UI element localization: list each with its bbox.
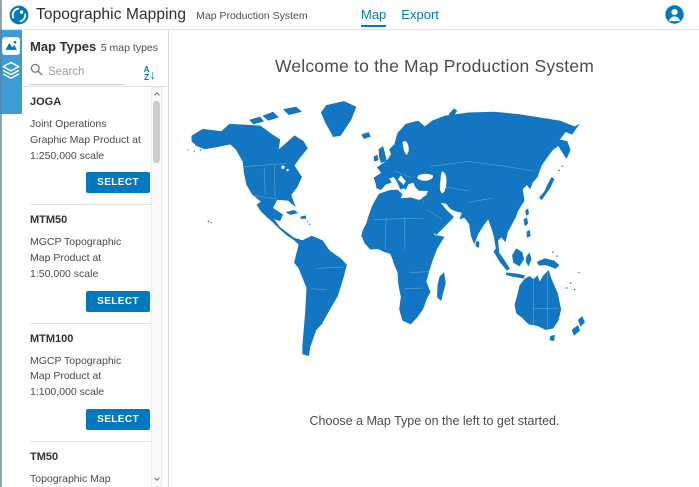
panel-title: Map Types <box>30 39 96 54</box>
map-type-actions: SELECT <box>30 291 152 312</box>
panel-header: Map Types 5 map types AZ ↓ <box>22 30 168 86</box>
instruction-text: Choose a Map Type on the left to get sta… <box>170 414 699 428</box>
welcome-heading: Welcome to the Map Production System <box>170 56 699 77</box>
app-subtitle: Map Production System <box>196 8 307 22</box>
map-type-actions: SELECT <box>30 172 152 193</box>
top-nav: Map Export <box>361 0 439 30</box>
map-type-count: 5 map types <box>101 42 158 54</box>
scrollbar-thumb[interactable] <box>153 101 160 163</box>
main-content: Welcome to the Map Production System <box>170 30 699 487</box>
scroll-down-arrow-icon[interactable] <box>152 474 161 486</box>
app-window: Topographic Mapping Map Production Syste… <box>0 0 699 487</box>
map-type-description: MGCP Topographic Map Product at 1:50,000… <box>30 235 142 282</box>
layers-tool-icon[interactable] <box>1 58 21 82</box>
world-map-image <box>180 97 592 399</box>
select-map-type-button[interactable]: SELECT <box>86 291 150 312</box>
search-icon <box>30 63 43 81</box>
select-map-type-button[interactable]: SELECT <box>86 172 150 193</box>
window-left-edge <box>0 0 2 487</box>
tab-export[interactable]: Export <box>401 0 439 30</box>
map-type-name: JOGA <box>30 96 152 108</box>
map-type-list-item: JOGA Joint Operations Graphic Map Produc… <box>30 87 152 205</box>
map-type-list-item: TM50 Topographic Map Product at 1:50,000… <box>30 442 152 487</box>
map-types-tool-icon[interactable] <box>1 34 21 58</box>
select-map-type-button[interactable]: SELECT <box>86 409 150 430</box>
app-title: Topographic Mapping <box>36 6 186 24</box>
map-type-name: TM50 <box>30 451 152 463</box>
user-avatar-icon[interactable] <box>665 5 684 24</box>
map-type-actions: SELECT <box>30 409 152 430</box>
globe-logo-icon <box>9 5 29 25</box>
map-type-name: MTM100 <box>30 333 152 345</box>
map-type-list-item: MTM50 MGCP Topographic Map Product at 1:… <box>30 205 152 323</box>
map-type-description: Joint Operations Graphic Map Product at … <box>30 117 142 164</box>
sort-az-button[interactable]: AZ ↓ <box>144 66 158 82</box>
tab-map[interactable]: Map <box>361 0 386 30</box>
sort-arrow-icon: ↓ <box>150 68 157 81</box>
scroll-up-arrow-icon[interactable] <box>152 88 161 100</box>
map-type-list-item: MTM100 MGCP Topographic Map Product at 1… <box>30 324 152 442</box>
panel-scrollbar[interactable] <box>151 87 162 487</box>
map-type-name: MTM50 <box>30 214 152 226</box>
map-type-description: MGCP Topographic Map Product at 1:100,00… <box>30 354 142 401</box>
search-input[interactable] <box>48 66 118 78</box>
search-box <box>30 63 124 85</box>
map-types-panel: Map Types 5 map types AZ ↓ <box>22 30 169 487</box>
app-header: Topographic Mapping Map Production Syste… <box>0 0 699 30</box>
map-type-list: JOGA Joint Operations Graphic Map Produc… <box>22 86 168 487</box>
tool-strip <box>0 30 22 114</box>
map-type-description: Topographic Map Product at 1:50,000 scal… <box>30 472 142 487</box>
